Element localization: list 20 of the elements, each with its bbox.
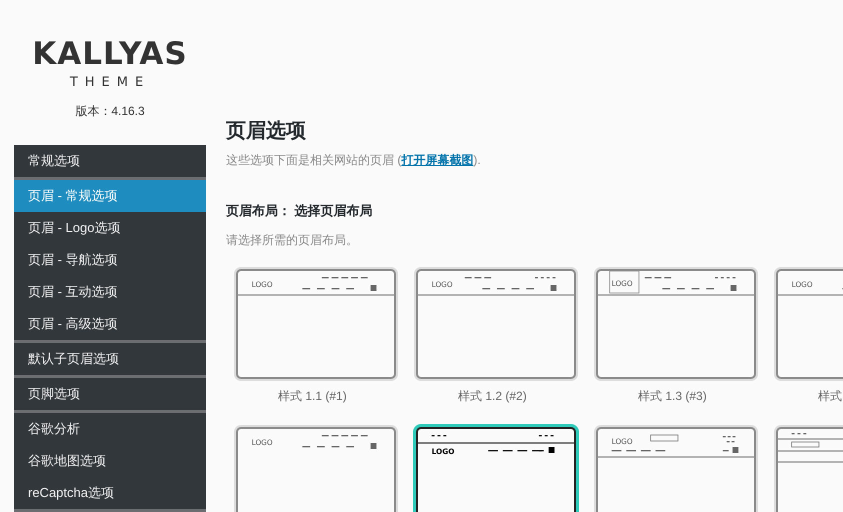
- style-label: 样式 1.3 (#3): [637, 388, 708, 404]
- field-label: 页眉布局： 选择页眉布局: [226, 202, 374, 220]
- page-title: 页眉选项: [226, 119, 307, 144]
- style-label: 样式 1.1 (#1): [277, 388, 348, 404]
- version-text: 版本：4.16.3: [75, 103, 145, 120]
- sidebar-item[interactable]: 谷歌地图选项: [14, 445, 206, 477]
- field-hint: 请选择所需的页眉布局。: [226, 232, 359, 248]
- sidebar-item[interactable]: 谷歌分析: [14, 413, 206, 445]
- sidebar-item[interactable]: 页眉 - 互动选项: [14, 276, 206, 308]
- sidebar-item[interactable]: 页眉 - 常规选项: [14, 180, 206, 212]
- sidebar-item[interactable]: reCaptcha选项: [14, 477, 206, 509]
- page-description: 这些选项下面是相关网站的页眉 (打开屏幕截图).: [226, 152, 482, 169]
- style-label: 样式 1.2 (#2): [457, 388, 528, 404]
- sidebar-item[interactable]: 页眉 - 导航选项: [14, 244, 206, 276]
- brand-subtitle: THEME: [70, 75, 150, 91]
- screenshot-link[interactable]: 打开屏幕截图: [401, 153, 474, 167]
- brand-logo-text: KALLYAS: [32, 35, 188, 74]
- sidebar-item[interactable]: 页眉 - 高级选项: [14, 308, 206, 340]
- sidebar-item[interactable]: 页眉 - Logo选项: [14, 212, 206, 244]
- style-label: 样式: [817, 388, 843, 404]
